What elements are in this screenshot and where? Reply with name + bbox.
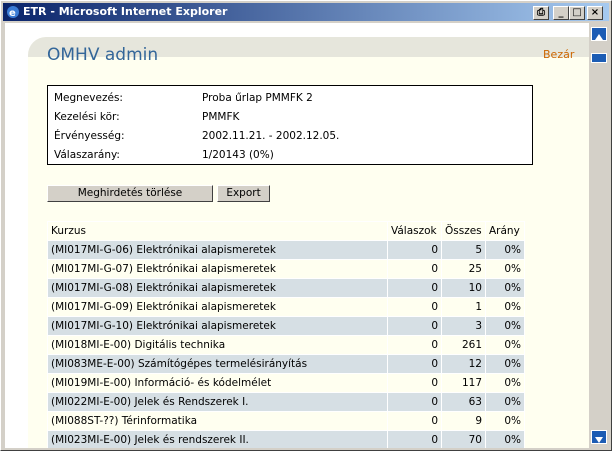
course-cell: (MI019MI-E-00) Információ- és kódelmélet bbox=[47, 373, 388, 393]
responses-cell: 0 bbox=[387, 430, 442, 448]
table-row[interactable]: (MI017MI-G-10) Elektrónikai alapismerete… bbox=[47, 316, 525, 336]
responses-cell: 0 bbox=[387, 316, 442, 336]
course-cell: (MI017MI-G-09) Elektrónikai alapismerete… bbox=[47, 297, 388, 317]
course-cell: (MI022MI-E-00) Jelek és Rendszerek I. bbox=[47, 392, 388, 412]
total-cell: 5 bbox=[441, 240, 486, 260]
responses-cell: 0 bbox=[387, 278, 442, 298]
responses-cell: 0 bbox=[387, 373, 442, 393]
page-title: OMHV admin bbox=[47, 45, 159, 65]
responses-cell: 0 bbox=[387, 354, 442, 374]
header-course: Kurzus bbox=[47, 221, 388, 241]
scroll-down-button[interactable] bbox=[591, 430, 607, 444]
table-header-row: Kurzus Válaszok Összes Arány bbox=[47, 221, 525, 241]
table-row[interactable]: (MI017MI-G-07) Elektrónikai alapismerete… bbox=[47, 259, 525, 279]
ratio-cell: 0% bbox=[485, 259, 525, 279]
table-row[interactable]: (MI017MI-G-06) Elektrónikai alapismerete… bbox=[47, 240, 525, 260]
total-cell: 12 bbox=[441, 354, 486, 374]
course-cell: (MI017MI-G-10) Elektrónikai alapismerete… bbox=[47, 316, 388, 336]
ratio-cell: 0% bbox=[485, 278, 525, 298]
responses-cell: 0 bbox=[387, 335, 442, 355]
responses-cell: 0 bbox=[387, 411, 442, 431]
course-cell: (MI088ST-??) Térinformatika bbox=[47, 411, 388, 431]
info-value: 2002.11.21. - 2002.12.05. bbox=[202, 130, 340, 142]
info-label: Megnevezés: bbox=[54, 92, 123, 104]
scroll-thumb[interactable] bbox=[591, 53, 607, 63]
internet-explorer-icon: e bbox=[7, 6, 19, 19]
ratio-cell: 0% bbox=[485, 411, 525, 431]
info-label: Érvényesség: bbox=[54, 130, 125, 142]
title-bar: e ETR - Microsoft Internet Explorer ⎙ _ … bbox=[3, 3, 609, 21]
table-row[interactable]: (MI017MI-G-08) Elektrónikai alapismerete… bbox=[47, 278, 525, 298]
print-button[interactable]: ⎙ bbox=[533, 6, 549, 20]
header-total: Összes bbox=[441, 221, 486, 241]
table-row[interactable]: (MI023MI-E-00) Jelek és rendszerek II. 0… bbox=[47, 430, 525, 448]
course-cell: (MI083ME-E-00) Számítógépes termelésirán… bbox=[47, 354, 388, 374]
scroll-up-button[interactable] bbox=[591, 27, 607, 41]
ratio-cell: 0% bbox=[485, 354, 525, 374]
ratio-cell: 0% bbox=[485, 240, 525, 260]
course-cell: (MI017MI-G-08) Elektrónikai alapismerete… bbox=[47, 278, 388, 298]
course-cell: (MI018MI-E-00) Digitális technika bbox=[47, 335, 388, 355]
close-link[interactable]: Bezár bbox=[543, 48, 574, 61]
total-cell: 117 bbox=[441, 373, 486, 393]
responses-cell: 0 bbox=[387, 297, 442, 317]
arrow-down-icon bbox=[595, 437, 603, 443]
table-row[interactable]: (MI018MI-E-00) Digitális technika 0 261 … bbox=[47, 335, 525, 355]
header-ratio: Arány bbox=[485, 221, 525, 241]
info-value: 1/20143 (0%) bbox=[202, 149, 274, 161]
info-label: Kezelési kör: bbox=[54, 111, 120, 123]
table-row[interactable]: (MI017MI-G-09) Elektrónikai alapismerete… bbox=[47, 297, 525, 317]
ratio-cell: 0% bbox=[485, 373, 525, 393]
export-button[interactable]: Export bbox=[217, 185, 270, 202]
table-row[interactable]: (MI019MI-E-00) Információ- és kódelmélet… bbox=[47, 373, 525, 393]
course-cell: (MI023MI-E-00) Jelek és rendszerek II. bbox=[47, 430, 388, 448]
info-value: Proba űrlap PMMFK 2 bbox=[202, 92, 313, 104]
header-responses: Válaszok bbox=[387, 221, 442, 241]
total-cell: 10 bbox=[441, 278, 486, 298]
total-cell: 70 bbox=[441, 430, 486, 448]
maximize-button[interactable]: □ bbox=[569, 6, 585, 20]
close-window-button[interactable]: × bbox=[587, 6, 603, 20]
table-row[interactable]: (MI083ME-E-00) Számítógépes termelésirán… bbox=[47, 354, 525, 374]
ratio-cell: 0% bbox=[485, 316, 525, 336]
ratio-cell: 0% bbox=[485, 392, 525, 412]
responses-cell: 0 bbox=[387, 259, 442, 279]
course-table: Kurzus Válaszok Összes Arány (MI017MI-G-… bbox=[47, 221, 525, 448]
course-cell: (MI017MI-G-06) Elektrónikai alapismerete… bbox=[47, 240, 388, 260]
total-cell: 25 bbox=[441, 259, 486, 279]
info-label: Válaszarány: bbox=[54, 149, 120, 161]
total-cell: 63 bbox=[441, 392, 486, 412]
table-row[interactable]: (MI022MI-E-00) Jelek és Rendszerek I. 0 … bbox=[47, 392, 525, 412]
ratio-cell: 0% bbox=[485, 297, 525, 317]
table-row[interactable]: (MI088ST-??) Térinformatika 0 9 0% bbox=[47, 411, 525, 431]
responses-cell: 0 bbox=[387, 392, 442, 412]
delete-announcement-button[interactable]: Meghirdetés törlése bbox=[47, 185, 213, 202]
responses-cell: 0 bbox=[387, 240, 442, 260]
window-title: ETR - Microsoft Internet Explorer bbox=[23, 5, 228, 18]
minimize-button[interactable]: _ bbox=[553, 6, 569, 20]
browser-window: e ETR - Microsoft Internet Explorer ⎙ _ … bbox=[0, 0, 612, 451]
total-cell: 1 bbox=[441, 297, 486, 317]
arrow-up-icon bbox=[595, 34, 603, 40]
total-cell: 3 bbox=[441, 316, 486, 336]
total-cell: 261 bbox=[441, 335, 486, 355]
page-viewport: OMHV admin Bezár Megnevezés: Proba űrlap… bbox=[5, 23, 589, 448]
svg-text:e: e bbox=[9, 8, 16, 19]
info-value: PMMFK bbox=[202, 111, 240, 123]
survey-info-box: Megnevezés: Proba űrlap PMMFK 2 Kezelési… bbox=[47, 85, 533, 165]
course-cell: (MI017MI-G-07) Elektrónikai alapismerete… bbox=[47, 259, 388, 279]
vertical-scrollbar[interactable] bbox=[589, 23, 609, 448]
total-cell: 9 bbox=[441, 411, 486, 431]
ratio-cell: 0% bbox=[485, 335, 525, 355]
ratio-cell: 0% bbox=[485, 430, 525, 448]
